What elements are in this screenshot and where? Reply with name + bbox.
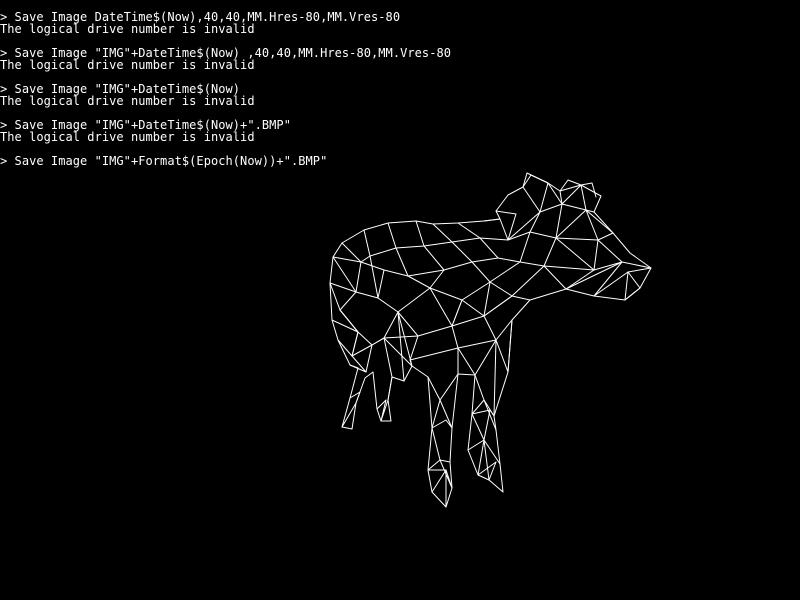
cow-wireframe-icon — [329, 172, 652, 508]
console-screen: > Save Image DateTime$(Now),40,40,MM.Hre… — [0, 0, 800, 600]
